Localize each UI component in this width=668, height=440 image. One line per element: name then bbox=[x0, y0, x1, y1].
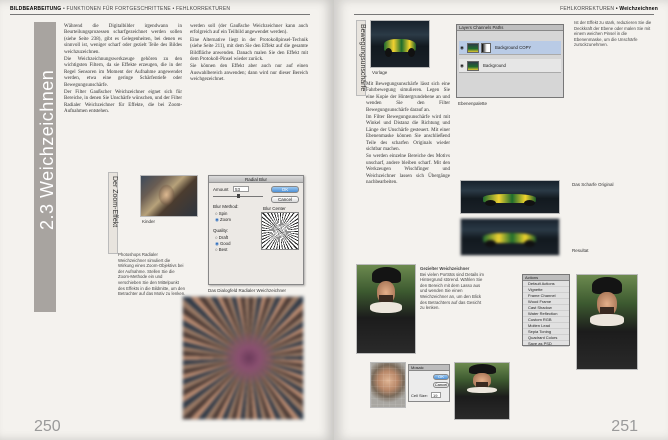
right-page-number: 251 bbox=[611, 418, 638, 435]
right-body-p3: So werden einzelne Bereiche des Motivs u… bbox=[366, 154, 450, 186]
kids-photo-caption: Kinder bbox=[142, 219, 156, 224]
amount-label: Amount bbox=[213, 187, 229, 192]
actions-palette: Actions Default Actions Vignette Frame C… bbox=[522, 274, 570, 347]
right-page: FEHLKORREKTUREN • Weichzeichnen Bewegung… bbox=[334, 0, 668, 440]
cell-size-field[interactable]: 19 bbox=[431, 392, 441, 398]
portrait-caption: Gezielter Weichzeichner Bei vielen Portr… bbox=[420, 266, 484, 311]
quality-best-radio[interactable]: Best bbox=[215, 247, 228, 252]
f1-original-photo bbox=[370, 20, 430, 68]
left-body-col1: Während die Digitalbilder irgendwann in … bbox=[64, 24, 182, 117]
right-side-caption: Ist der Effekt zu stark, reduzieren Sie … bbox=[574, 20, 652, 48]
portrait-ruff bbox=[590, 314, 624, 326]
cancel-button[interactable]: Cancel bbox=[271, 196, 299, 203]
f1-sharp-photo bbox=[460, 180, 560, 214]
blur-method-label: Blur Method: bbox=[213, 204, 239, 209]
layers-panel-tabs[interactable]: Layers Channels Paths bbox=[457, 25, 563, 31]
portrait-caption-text: Bei vielen Porträts sind Details im Hint… bbox=[420, 271, 485, 311]
radial-blur-titlebar: Radial Blur bbox=[209, 176, 303, 183]
layer-copy-name: Background COPY bbox=[495, 45, 532, 50]
portrait-caption-title: Gezielter Weichzeichner bbox=[420, 266, 470, 271]
layer-bg-name: Background bbox=[483, 63, 506, 68]
quality-draft-radio[interactable]: Draft bbox=[215, 235, 228, 240]
result-caption: Resultat bbox=[572, 248, 589, 253]
left-body-col2: werden soll (der Gaußsche Weichzeichner … bbox=[190, 24, 308, 85]
cell-size-label: Cell Size: bbox=[411, 393, 428, 398]
chapter-title: 2.3 Weichzeichnen bbox=[37, 69, 57, 230]
left-running-head: BILDBEARBEITUNG • FUNKTIONEN FÜR FORTGES… bbox=[10, 6, 230, 12]
left-page-number: 250 bbox=[34, 418, 61, 435]
portrait-ruff bbox=[369, 301, 403, 313]
layer-copy-mask[interactable] bbox=[481, 43, 491, 53]
right-running-head-section: • Weichzeichnen bbox=[615, 6, 658, 12]
eye-icon[interactable]: ◉ bbox=[460, 63, 464, 69]
sharp-caption: Das Scharfe Original bbox=[572, 182, 614, 187]
left-body-col2-p2: Eine Alternative liegt in der Protokollp… bbox=[190, 37, 308, 63]
kids-photo bbox=[140, 175, 198, 217]
f1-wheel-rear bbox=[523, 239, 536, 248]
mosaic-dialog: Mosaic OK Cancel Cell Size: 19 bbox=[408, 364, 450, 402]
f1-wheel-front bbox=[484, 239, 497, 248]
right-section-tab-label: Bewegungsunschärfe bbox=[359, 24, 366, 92]
blur-center-preview[interactable] bbox=[261, 212, 299, 250]
method-spin-radio[interactable]: Spin bbox=[215, 211, 228, 216]
layer-copy-thumb bbox=[467, 43, 479, 53]
method-zoom-radio[interactable]: Zoom bbox=[215, 217, 231, 223]
layer-row-background[interactable]: ◉ Background bbox=[459, 59, 561, 73]
layer-bg-thumb bbox=[467, 61, 479, 71]
left-running-head-rest: • FUNKTIONEN FÜR FORTGESCHRITTENE • FEHL… bbox=[62, 6, 231, 12]
blur-center-label: Blur Center bbox=[263, 206, 286, 211]
original-caption: Vorlage bbox=[372, 70, 388, 75]
quality-label: Quality: bbox=[213, 228, 229, 233]
left-body-col2-p3: Sie können den Effekt aber auch nur auf … bbox=[190, 64, 308, 83]
layers-panel: Layers Channels Paths ◉ Background COPY … bbox=[456, 24, 564, 98]
left-page: BILDBEARBEITUNG • FUNKTIONEN FÜR FORTGES… bbox=[0, 0, 334, 440]
portrait-photo-mosaic bbox=[454, 362, 510, 420]
mosaic-dialog-title: Mosaic bbox=[409, 365, 449, 371]
left-section-tab-label: Der Zoom-Effekt bbox=[111, 176, 118, 228]
f1-wheel-rear bbox=[523, 199, 536, 206]
f1-wheel-front bbox=[384, 47, 392, 57]
right-running-head-rest: FEHLKORREKTUREN bbox=[560, 6, 615, 12]
mosaic-cancel-button[interactable]: Cancel bbox=[433, 382, 449, 388]
left-side-caption: Photoshops Radialer Weichzeichner simuli… bbox=[118, 252, 186, 297]
eye-icon[interactable]: ◉ bbox=[460, 45, 464, 51]
left-body-p3: Der Filter Gaußscher Weichzeichner eigne… bbox=[64, 90, 182, 115]
ok-button[interactable]: OK bbox=[271, 186, 299, 193]
right-body-col1: Mit Bewegungsunschärfe lässt sich eine F… bbox=[366, 82, 450, 188]
portrait-photo-original bbox=[356, 264, 416, 354]
dialog-caption: Das Dialogfeld Radialer Weichzeichner bbox=[208, 288, 286, 293]
right-head-rule bbox=[354, 14, 654, 15]
action-item[interactable]: Save as PSD bbox=[523, 341, 569, 347]
right-body-p1: Mit Bewegungsunschärfe lässt sich eine F… bbox=[366, 82, 450, 113]
left-body-col2-p1: werden soll (der Gaußsche Weichzeichner … bbox=[190, 24, 308, 36]
amount-slider-thumb[interactable] bbox=[237, 194, 240, 198]
f1-wheel-rear bbox=[408, 47, 416, 57]
left-body-p1: Während die Digitalbilder irgendwann in … bbox=[64, 24, 182, 55]
left-body-p2: Die Weichzeichnungswerkzeuge gehören zu … bbox=[64, 57, 182, 88]
radial-blur-dialog: Radial Blur Amount 53 OK Cancel Blur Met… bbox=[208, 175, 304, 285]
layer-row-copy[interactable]: ◉ Background COPY bbox=[459, 41, 561, 55]
mosaic-preview bbox=[370, 362, 406, 408]
right-running-head: FEHLKORREKTUREN • Weichzeichnen bbox=[560, 6, 658, 12]
portrait-photo-final bbox=[576, 274, 638, 370]
mosaic-ok-button[interactable]: OK bbox=[433, 374, 449, 380]
f1-result-photo bbox=[460, 218, 560, 256]
left-head-rule bbox=[10, 14, 310, 15]
amount-field[interactable]: 53 bbox=[233, 186, 249, 192]
right-body-p2: Im Filter Bewegungsunschärfe wird mit Wi… bbox=[366, 115, 450, 153]
left-running-head-section: BILDBEARBEITUNG bbox=[10, 6, 62, 12]
book-spread: BILDBEARBEITUNG • FUNKTIONEN FÜR FORTGES… bbox=[0, 0, 668, 440]
zoom-blur-photo bbox=[182, 296, 304, 420]
layers-caption: Ebenenpalette bbox=[458, 101, 488, 106]
portrait-ruff bbox=[466, 386, 498, 394]
f1-wheel-front bbox=[484, 199, 497, 206]
